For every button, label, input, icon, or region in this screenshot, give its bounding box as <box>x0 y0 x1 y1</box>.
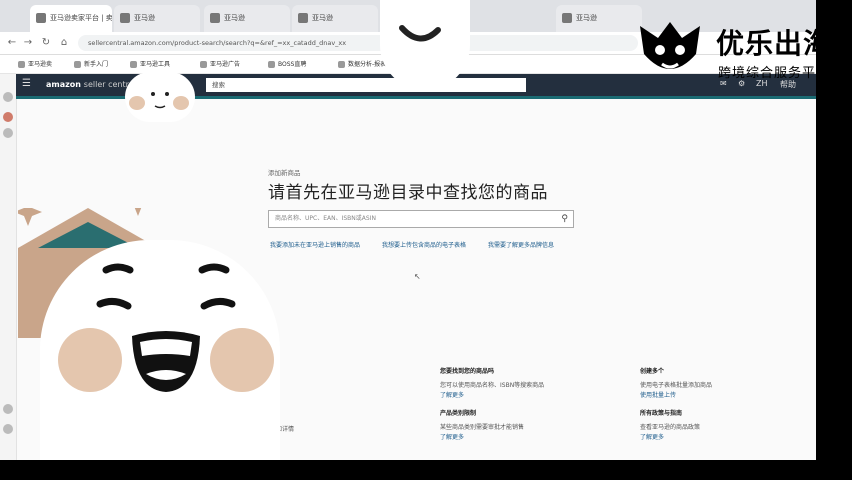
sidebar-icon[interactable] <box>3 112 13 122</box>
amazon-favicon-icon <box>298 13 308 23</box>
brand-info-link[interactable]: 我需要了解更多品牌信息 <box>488 240 554 249</box>
amazon-favicon-icon <box>120 13 130 23</box>
laughing-face-icon <box>96 263 236 392</box>
page-title: 请首先在亚马逊目录中查找您的商品 <box>268 183 548 203</box>
watermark-brand-name: 优乐出海 <box>716 27 833 60</box>
reload-icon[interactable]: ↻ <box>40 37 52 49</box>
section-text: 您可以使用商品名称、ISBN等搜索商品 <box>440 382 545 389</box>
sidebar-icon[interactable] <box>3 424 13 434</box>
browser-tab[interactable]: 亚马逊 <box>292 5 378 32</box>
search-icon[interactable]: ⚲ <box>561 211 568 227</box>
product-search-input[interactable]: 商品名称、UPC、EAN、ISBN或ASIN ⚲ <box>268 210 574 228</box>
section-text: 使用电子表格批量添加商品 <box>640 382 713 389</box>
smile-sticker <box>380 0 470 90</box>
hamburger-menu-icon[interactable]: ☰ <box>22 78 31 89</box>
browser-tab[interactable]: 亚马逊卖家平台 | 卖家中心 <box>30 5 112 32</box>
smile-mouth-icon <box>399 25 441 42</box>
header-search-input[interactable]: 搜索 <box>206 78 526 92</box>
section-title: 您要找到您的商品吗 <box>440 368 495 375</box>
left-icon-strip <box>0 74 17 460</box>
bookmark-icon <box>200 61 207 68</box>
section-text: 查看亚马逊的商品政策 <box>640 424 701 431</box>
address-bar[interactable]: sellercentral.amazon.com/product-search/… <box>78 35 638 51</box>
section-title: 产品类别限制 <box>440 410 477 417</box>
add-unlisted-product-link[interactable]: 我要添加未在亚马逊上销售的商品 <box>270 240 360 249</box>
tab-label: 亚马逊 <box>224 14 245 22</box>
section-title: 创建多个 <box>640 368 665 375</box>
browser-tab[interactable]: 亚马逊 <box>204 5 290 32</box>
tab-label: 亚马逊卖家平台 | 卖家中心 <box>50 14 112 22</box>
tab-label: 亚马逊 <box>576 14 597 22</box>
section-link[interactable]: 了解更多 <box>440 432 610 441</box>
bookmark-icon <box>338 61 345 68</box>
watermark-subtitle: 跨境综合服务平台 <box>718 66 831 81</box>
amazon-favicon-icon <box>36 13 46 23</box>
amazon-logo[interactable]: amazon seller central <box>46 80 136 89</box>
bookmark-item[interactable]: 亚马逊广告 <box>200 59 240 68</box>
big-face-sticker <box>40 240 280 460</box>
bookmark-item[interactable]: 亚马逊卖 <box>18 59 52 68</box>
info-section: 产品类别限制 某些商品类别需要审批才能销售 了解更多 <box>440 408 610 441</box>
bookmark-icon <box>130 61 137 68</box>
watermark-logo: 优乐出海 跨境综合服务平台 <box>628 18 852 82</box>
section-link[interactable]: 了解更多 <box>440 390 610 399</box>
browser-tab[interactable]: 亚马逊 <box>114 5 200 32</box>
bookmark-item[interactable]: 新手入门 <box>74 59 108 68</box>
face-icon <box>151 92 169 109</box>
bookmark-item[interactable]: 亚马逊工具 <box>130 59 170 68</box>
search-placeholder: 商品名称、UPC、EAN、ISBN或ASIN <box>275 215 376 222</box>
mouse-cursor-icon: ↖ <box>414 272 421 281</box>
breadcrumb: 添加新商品 <box>268 169 301 177</box>
info-section: 所有政策与指南 查看亚马逊的商品政策 了解更多 <box>640 408 810 441</box>
bookmark-item[interactable]: BOSS直聘 <box>268 59 306 68</box>
sidebar-icon[interactable] <box>3 128 13 138</box>
section-link[interactable]: 了解更多 <box>640 432 810 441</box>
bookmark-icon <box>268 61 275 68</box>
back-icon[interactable]: ← <box>6 37 18 49</box>
info-section: 创建多个 使用电子表格批量添加商品 使用批量上传 <box>640 366 810 399</box>
section-link[interactable]: 使用批量上传 <box>640 390 810 399</box>
amazon-favicon-icon <box>562 13 572 23</box>
section-title: 所有政策与指南 <box>640 410 683 417</box>
info-section: 您要找到您的商品吗 您可以使用商品名称、ISBN等搜索商品 了解更多 <box>440 366 610 399</box>
upload-spreadsheet-link[interactable]: 我想要上传包含商品的电子表格 <box>382 240 466 249</box>
tab-label: 亚马逊 <box>312 14 333 22</box>
bookmark-icon <box>74 61 81 68</box>
sidebar-icon[interactable] <box>3 92 13 102</box>
face-sticker-small <box>125 72 195 122</box>
bookmark-icon <box>18 61 25 68</box>
sidebar-icon[interactable] <box>3 404 13 414</box>
lion-logo-icon <box>640 22 700 69</box>
amazon-favicon-icon <box>210 13 220 23</box>
forward-icon[interactable]: → <box>22 37 34 49</box>
tab-label: 亚马逊 <box>134 14 155 22</box>
section-text: 某些商品类别需要审批才能销售 <box>440 424 525 431</box>
home-icon[interactable]: ⌂ <box>58 37 70 49</box>
